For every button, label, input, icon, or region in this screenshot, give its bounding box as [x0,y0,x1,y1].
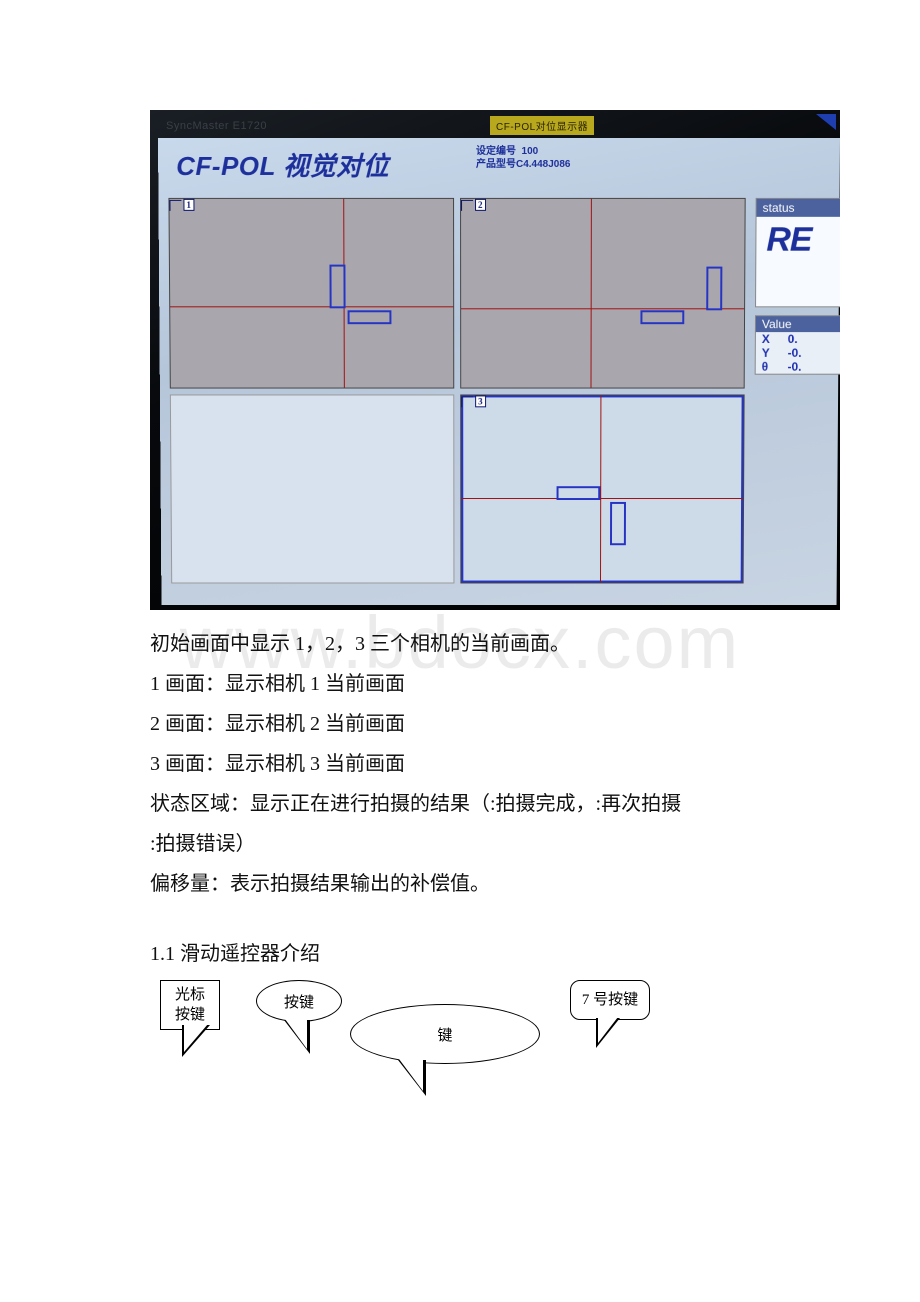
section-title: 1.1 滑动遥控器介绍 [150,934,770,974]
camera-view-1: 1 [168,198,454,389]
value-row-theta: θ-0. [756,360,840,374]
camera-label-1: 1 [169,199,194,211]
logo-corner-icon [816,114,836,130]
status-header: status [757,199,840,217]
crosshair-h-icon [461,308,744,309]
camera-label-3: 3 [461,395,485,407]
value-row-x: X0. [756,332,840,346]
crosshair-h-icon [461,498,743,499]
body-paragraph: 偏移量：表示拍摄结果输出的补偿值。 [150,864,770,904]
status-value: RE [756,217,840,260]
body-paragraph: 1 画面：显示相机 1 当前画面 [150,664,770,704]
crosshair-v-icon [590,199,591,388]
body-paragraph: 2 画面：显示相机 2 当前画面 [150,704,770,744]
monitor-brand-label: SyncMaster E1720 [166,120,267,132]
target-box-icon [557,486,601,500]
body-paragraph: 状态区域：显示正在进行拍摄的结果（:拍摄完成，:再次拍摄 [150,784,770,824]
callout-oval-button: 按键 [256,980,342,1022]
body-paragraph: 初始画面中显示 1，2，3 三个相机的当前画面。 [150,624,770,664]
value-row-y: Y-0. [756,346,840,360]
camera-view-2: 2 [460,198,746,389]
target-box-icon [348,310,392,324]
bezel-yellow-label: CF-POL对位显示器 [490,116,594,135]
screenshot-container: SyncMaster E1720 CF-POL对位显示器 CF-POL 视觉对位… [150,110,840,610]
product-info: 设定编号 100 产品型号C4.448J086 [476,145,570,171]
camera-view-blank [170,394,455,583]
crosshair-h-icon [170,306,453,307]
target-box-icon [610,502,626,545]
camera-view-3: 3 [460,394,744,583]
target-box-icon [329,265,345,309]
status-panel: status RE [755,198,840,307]
app-title: CF-POL 视觉对位 [176,146,389,183]
body-paragraph: 3 画面：显示相机 3 当前画面 [150,744,770,784]
callout-box-button-7: 7 号按键 [570,980,650,1020]
value-header: Value [756,316,840,332]
value-panel: Value X0. Y-0. θ-0. [755,315,840,374]
screen-area: CF-POL 视觉对位 设定编号 100 产品型号C4.448J086 1 2 [158,138,840,605]
callout-diagram: 光标 按键 按键 键 7 号按键 [150,980,710,1120]
target-box-icon [706,267,722,311]
body-paragraph: :拍摄错误） [150,824,770,864]
callout-oval-key: 键 [350,1004,540,1064]
target-box-icon [640,310,684,324]
callout-box-cursor-key: 光标 按键 [160,980,220,1030]
camera-label-2: 2 [461,199,485,211]
